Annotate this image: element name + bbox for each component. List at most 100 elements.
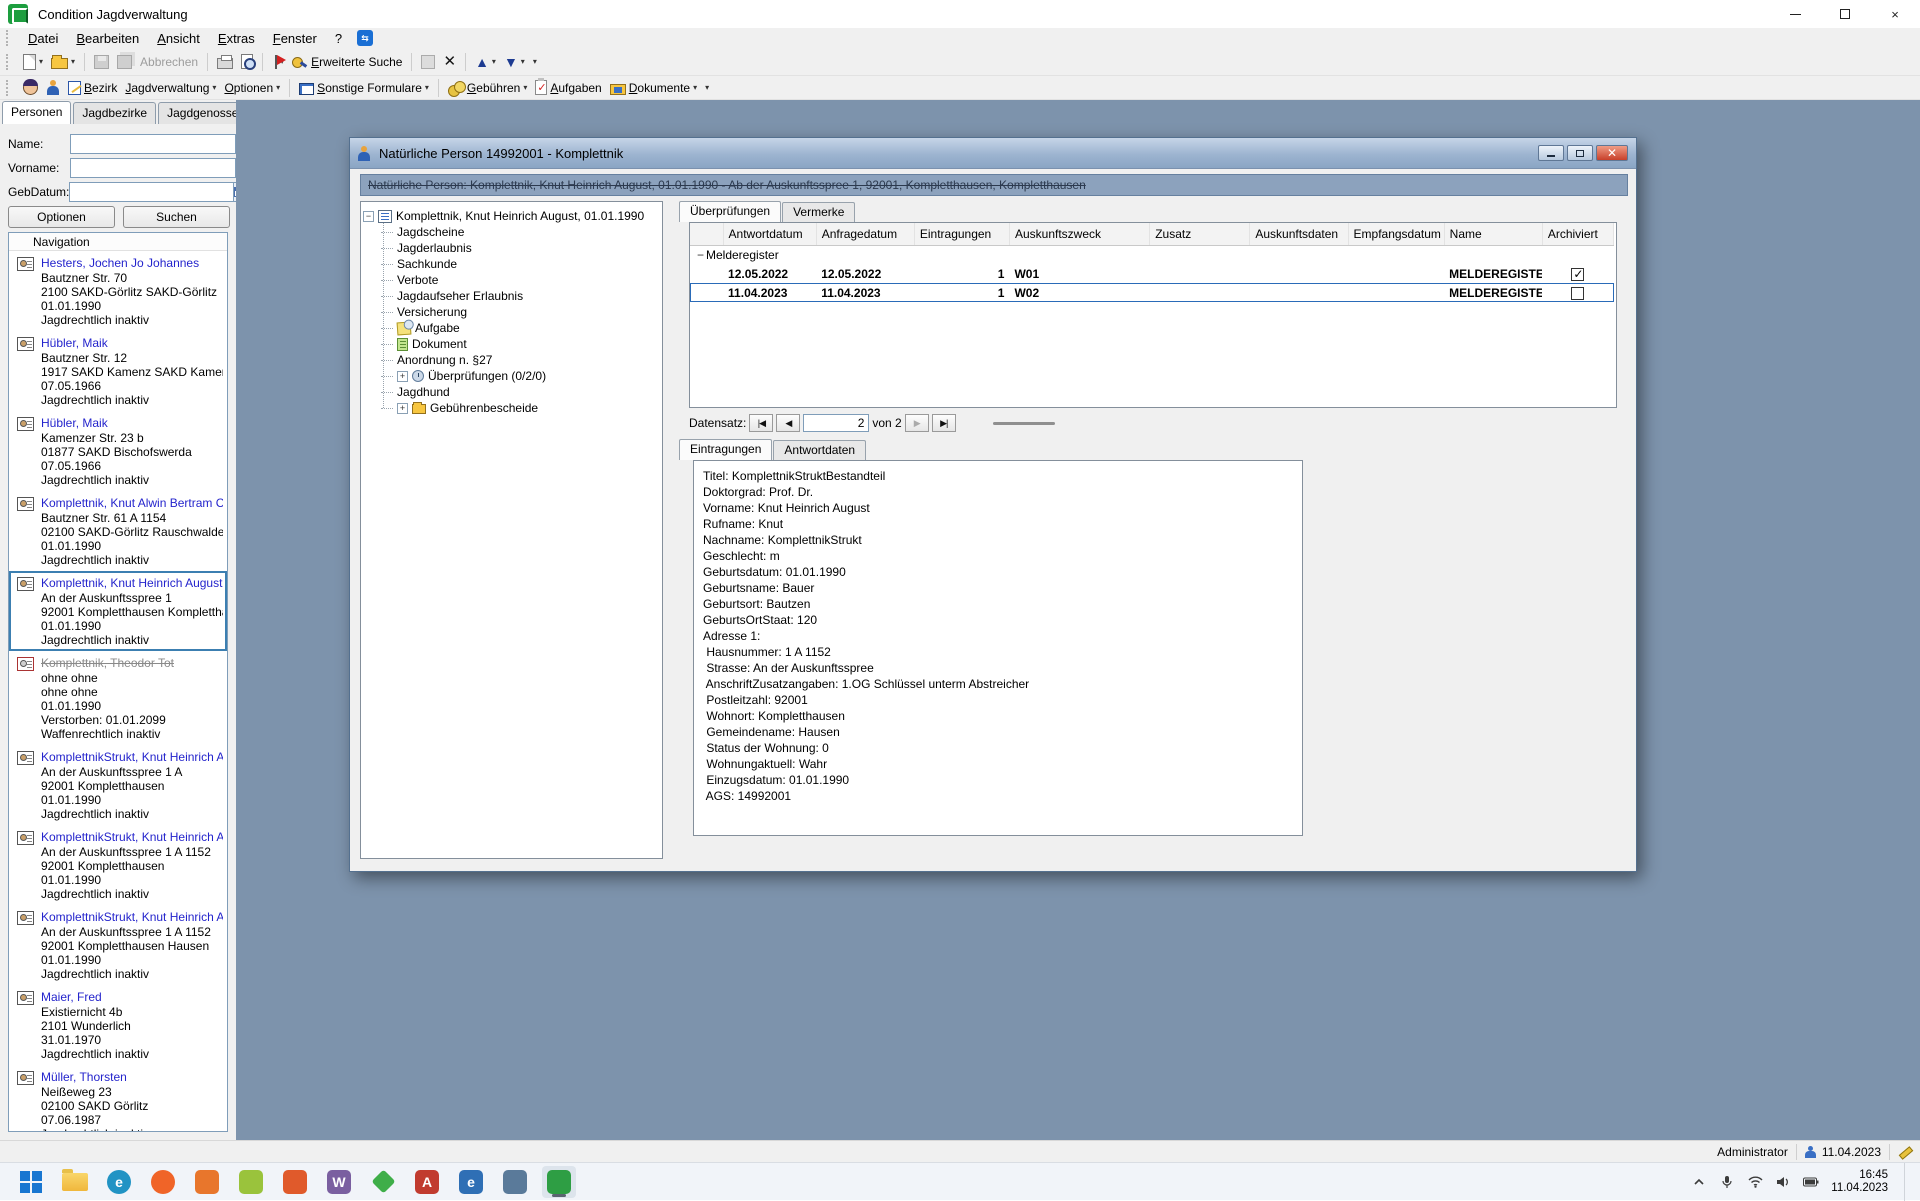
acrobat-icon[interactable]: A [410,1166,444,1198]
jagd-app-icon[interactable] [542,1166,576,1198]
appbar-button-bezirk[interactable]: Bezirk [64,77,121,99]
column-header[interactable]: Eintragungen [914,223,1009,245]
column-header[interactable]: Archiviert [1542,223,1613,245]
tab-personen[interactable]: Personen [2,101,71,124]
tree-expand-icon[interactable]: + [397,403,408,414]
taskbar-clock[interactable]: 16:45 11.04.2023 [1831,1169,1888,1195]
mail-icon[interactable] [190,1166,224,1198]
menu-item-ansicht[interactable]: Ansicht [148,30,209,47]
eintragungen-text[interactable]: Titel: KomplettnikStruktBestandteilDokto… [693,460,1303,836]
person-search-button[interactable] [19,77,42,99]
volume-icon[interactable] [1775,1174,1791,1190]
microphone-icon[interactable] [1719,1174,1735,1190]
gebdatum-input[interactable] [69,182,234,202]
record-slider[interactable] [993,422,1055,425]
tab-eintragungen[interactable]: Eintragungen [679,439,772,460]
next-record-button[interactable]: ▶ [905,414,929,432]
word-app-icon[interactable]: W [322,1166,356,1198]
toolbar-overflow-button[interactable]: ▾ [701,77,713,99]
grid-app-icon[interactable] [278,1166,312,1198]
flag-button[interactable]: ▾ [268,51,288,73]
tree-item-jagdscheine[interactable]: Jagdscheine [363,224,660,240]
navigate-up-button[interactable]: ▲▾ [471,51,500,73]
properties-button[interactable] [417,51,439,73]
list-item[interactable]: KomplettnikStrukt, Knut Heinrich AugustA… [9,745,227,825]
tree-item-versicherung[interactable]: Versicherung [363,304,660,320]
tree-item-jagdaufsehererlaubnis[interactable]: Jagdaufseher Erlaubnis [363,288,660,304]
menu-item-datei[interactable]: Datei [19,30,67,47]
tab-jagdbezirke[interactable]: Jagdbezirke [73,102,156,124]
column-header[interactable]: Zusatz [1150,223,1250,245]
tree-item-aufgabe[interactable]: Aufgabe [363,320,660,336]
close-icon[interactable]: × [1870,0,1920,28]
tree-item-anordnungn27[interactable]: Anordnung n. §27 [363,352,660,368]
navigate-down-button[interactable]: ▼▾ [500,51,529,73]
last-record-button[interactable]: ▶| [932,414,956,432]
tree-item-sachkunde[interactable]: Sachkunde [363,256,660,272]
save-all-button[interactable] [113,51,136,73]
diamond-app-icon[interactable] [366,1166,400,1198]
toolbar-grip[interactable] [6,80,13,96]
reader-app-icon[interactable]: e [454,1166,488,1198]
battery-icon[interactable] [1803,1174,1819,1190]
list-item[interactable]: Hübler, MaikBautzner Str. 121917 SAKD Ka… [9,331,227,411]
edge-icon[interactable]: e [102,1166,136,1198]
dialog-minimize-icon[interactable] [1538,145,1564,161]
print-button[interactable] [213,51,237,73]
optionen-button[interactable]: Optionen [8,206,115,228]
tab-antwortdaten[interactable]: Antwortdaten [773,440,866,460]
tree-item-jagdhund[interactable]: Jagdhund [363,384,660,400]
column-header[interactable]: Auskunftsdaten [1250,223,1348,245]
archiviert-checkbox[interactable] [1571,268,1584,281]
appbar-button-aufgaben[interactable]: Aufgaben [531,77,605,99]
menu-item-bearbeiten[interactable]: Bearbeiten [67,30,148,47]
tree-item-verbote[interactable]: Verbote [363,272,660,288]
tree-root-item[interactable]: −Komplettnik, Knut Heinrich August, 01.0… [363,208,660,224]
start-button[interactable] [14,1166,48,1198]
column-header[interactable] [690,223,723,245]
minimize-icon[interactable] [1770,0,1820,28]
maximize-icon[interactable] [1820,0,1870,28]
list-item[interactable]: KomplettnikStrukt, Knut Heinrich AugustA… [9,905,227,985]
firefox-icon[interactable] [146,1166,180,1198]
print-preview-button[interactable] [237,51,257,73]
delete-button[interactable]: ✕ [439,51,460,73]
menu-item-[interactable]: ? [326,30,351,47]
tree-item-jagderlaubnis[interactable]: Jagderlaubnis [363,240,660,256]
appbar-button-jagdverwaltung[interactable]: Jagdverwaltung▾ [121,77,220,99]
suchen-button[interactable]: Suchen [123,206,230,228]
name-input[interactable] [70,134,236,154]
column-header[interactable]: Auskunftszweck [1009,223,1149,245]
toolbar-grip[interactable] [6,54,13,70]
list-item[interactable]: Hübler, MaikKamenzer Str. 23 b01877 SAKD… [9,411,227,491]
new-button[interactable]: ▾ [19,51,47,73]
tree-item-dokument[interactable]: Dokument [363,336,660,352]
viewer-app-icon[interactable] [498,1166,532,1198]
list-item[interactable]: Maier, FredExistiernicht 4b2101 Wunderli… [9,985,227,1065]
save-button[interactable] [90,51,113,73]
list-item[interactable]: Komplettnik, Knut Alwin Bertram ChristBa… [9,491,227,571]
group-collapse-icon[interactable]: − [695,248,706,262]
tree-collapse-icon[interactable]: − [363,211,374,222]
column-header[interactable]: Empfangsdatum [1348,223,1444,245]
dialog-close-icon[interactable]: ✕ [1596,145,1628,161]
list-item[interactable]: KomplettnikStrukt, Knut Heinrich AugustA… [9,825,227,905]
tray-chevron-icon[interactable] [1691,1174,1707,1190]
appbar-button-geb-hren[interactable]: Gebühren▾ [444,77,531,99]
edit-pencil-icon[interactable] [1898,1145,1912,1159]
appbar-button-dokumente[interactable]: Dokumente▾ [606,77,701,99]
table-row[interactable]: 12.05.202212.05.20221W01MELDEREGISTER [690,264,1614,283]
list-item[interactable]: Komplettnik, Theodor Totohne ohneohne oh… [9,651,227,745]
advanced-search-button[interactable]: Erweiterte Suche [288,51,406,73]
cancel-button[interactable]: Abbrechen [136,51,202,73]
appbar-button-sonstige-formulare[interactable]: Sonstige Formulare▾ [295,77,433,99]
tab-vermerke[interactable]: Vermerke [782,202,855,222]
previous-record-button[interactable]: ◀ [776,414,800,432]
tree-item-berprfungen020[interactable]: +Überprüfungen (0/2/0) [363,368,660,384]
person-button[interactable] [42,77,64,99]
dialog-titlebar[interactable]: Natürliche Person 14992001 - Komplettnik… [350,138,1636,169]
open-button[interactable]: ▾ [47,51,79,73]
tab-berprfungen[interactable]: Überprüfungen [679,201,781,222]
show-desktop-button[interactable] [1904,1163,1910,1201]
first-record-button[interactable]: |◀ [749,414,773,432]
